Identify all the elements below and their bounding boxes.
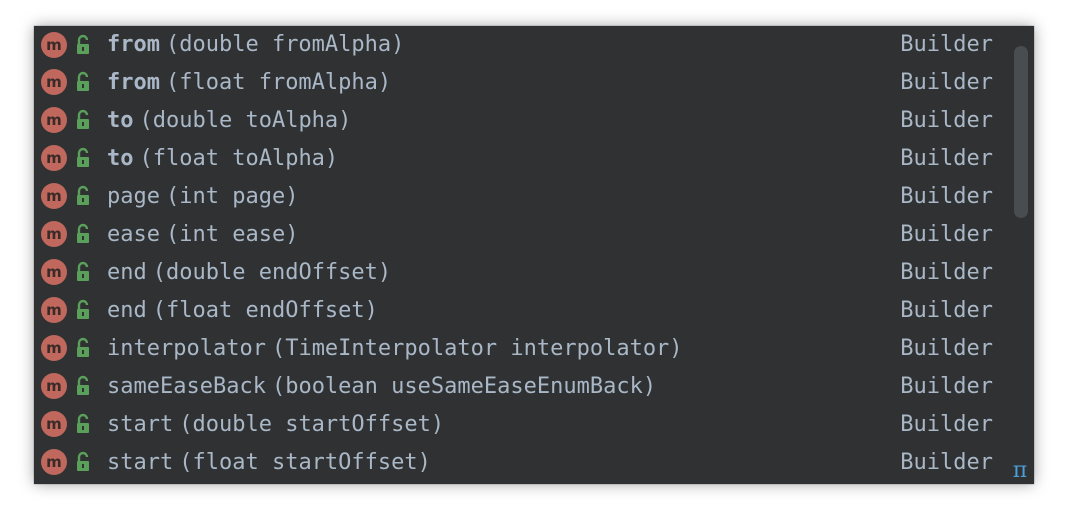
method-signature: start (double startOffset) [107,405,444,443]
method-icon: m [41,145,67,171]
return-type: Builder [900,259,993,285]
method-name: end [107,259,147,285]
completion-item[interactable]: m start (double startOffset) Builder [34,405,1010,443]
method-icon: m [41,297,67,323]
method-signature: page (int page) [107,177,298,215]
method-icon: m [41,411,67,437]
method-signature: to (double toAlpha) [107,101,351,139]
completion-item[interactable]: m to (double toAlpha) Builder [34,101,1010,139]
completion-item[interactable]: m start (float startOffset) Builder [34,443,1010,481]
return-type: Builder [900,145,993,171]
completion-item[interactable]: m to (float toAlpha) Builder [34,139,1010,177]
method-params: (double fromAlpha) [165,32,405,57]
method-signature: end (float endOffset) [107,291,378,329]
method-params: (double startOffset) [179,411,445,437]
return-type: Builder [900,221,993,247]
method-name: ease [107,221,160,247]
method-icon: m [41,449,67,475]
public-unlocked-icon [74,71,94,93]
method-signature: start (float startOffset) [107,443,431,481]
method-icon: m [41,259,67,285]
return-type: Builder [900,69,993,95]
method-signature: from (double fromAlpha) [107,26,404,63]
completion-list: m from (double fromAlpha) Builder m from (floa… [34,26,1010,484]
method-signature: interpolator (TimeInterpolator interpolat… [107,329,683,367]
completion-item[interactable]: m ease (int ease) Builder [34,215,1010,253]
method-params: (float fromAlpha) [165,69,392,95]
public-unlocked-icon [74,413,94,435]
method-icon: m [41,69,67,95]
public-unlocked-icon [74,223,94,245]
method-params: (float endOffset) [152,297,378,323]
completion-item[interactable]: m end (double endOffset) Builder [34,253,1010,291]
method-name: from [107,69,160,95]
method-params: (TimeInterpolator interpolator) [271,335,683,361]
method-name: to [107,145,134,171]
scrollbar-thumb[interactable] [1014,46,1028,218]
return-type: Builder [900,107,993,133]
public-unlocked-icon [74,451,94,473]
method-params: (float toAlpha) [139,145,339,171]
method-params: (float startOffset) [179,449,431,475]
public-unlocked-icon [74,261,94,283]
return-type: Builder [900,411,993,437]
method-signature: sameEaseBack (boolean useSameEaseEnumBack… [107,367,656,405]
method-name: start [107,411,174,437]
method-icon: m [41,107,67,133]
completion-item[interactable]: m page (int page) Builder [34,177,1010,215]
method-signature: to (float toAlpha) [107,139,338,177]
return-type: Builder [900,335,993,361]
method-params: (double endOffset) [152,259,392,285]
method-signature: from (float fromAlpha) [107,63,391,101]
public-unlocked-icon [74,299,94,321]
completion-item[interactable]: m end (float endOffset) Builder [34,291,1010,329]
method-name: interpolator [107,335,266,361]
method-params: (double toAlpha) [139,107,352,133]
public-unlocked-icon [74,337,94,359]
completion-item[interactable]: m from (double fromAlpha) Builder [34,26,1010,63]
completion-item[interactable]: m sameEaseBack (boolean useSameEaseEnumBac… [34,367,1010,405]
method-params: (boolean useSameEaseEnumBack) [271,373,657,399]
scrollbar[interactable] [1010,26,1034,484]
return-type: Builder [900,32,993,57]
method-params: (int ease) [165,221,299,247]
method-icon: m [41,31,67,58]
method-signature: ease (int ease) [107,215,298,253]
method-name: from [107,32,160,57]
method-name: sameEaseBack [107,373,266,399]
public-unlocked-icon [74,34,94,56]
public-unlocked-icon [74,185,94,207]
method-name: page [107,183,160,209]
public-unlocked-icon [74,375,94,397]
public-unlocked-icon [74,109,94,131]
method-icon: m [41,373,67,399]
method-name: end [107,297,147,323]
method-signature: end (double endOffset) [107,253,391,291]
method-params: (int page) [165,183,299,209]
completion-item[interactable]: m from (float fromAlpha) Builder [34,63,1010,101]
public-unlocked-icon [74,147,94,169]
method-icon: m [41,183,67,209]
method-name: start [107,449,174,475]
method-icon: m [41,335,67,361]
pi-icon[interactable]: π [1010,458,1030,484]
return-type: Builder [900,449,993,475]
completion-popup: m from (double fromAlpha) Builder m from (floa… [34,26,1034,484]
return-type: Builder [900,297,993,323]
return-type: Builder [900,183,993,209]
method-name: to [107,107,134,133]
method-icon: m [41,221,67,247]
completion-item[interactable]: m interpolator (TimeInterpolator interpola… [34,329,1010,367]
return-type: Builder [900,373,993,399]
